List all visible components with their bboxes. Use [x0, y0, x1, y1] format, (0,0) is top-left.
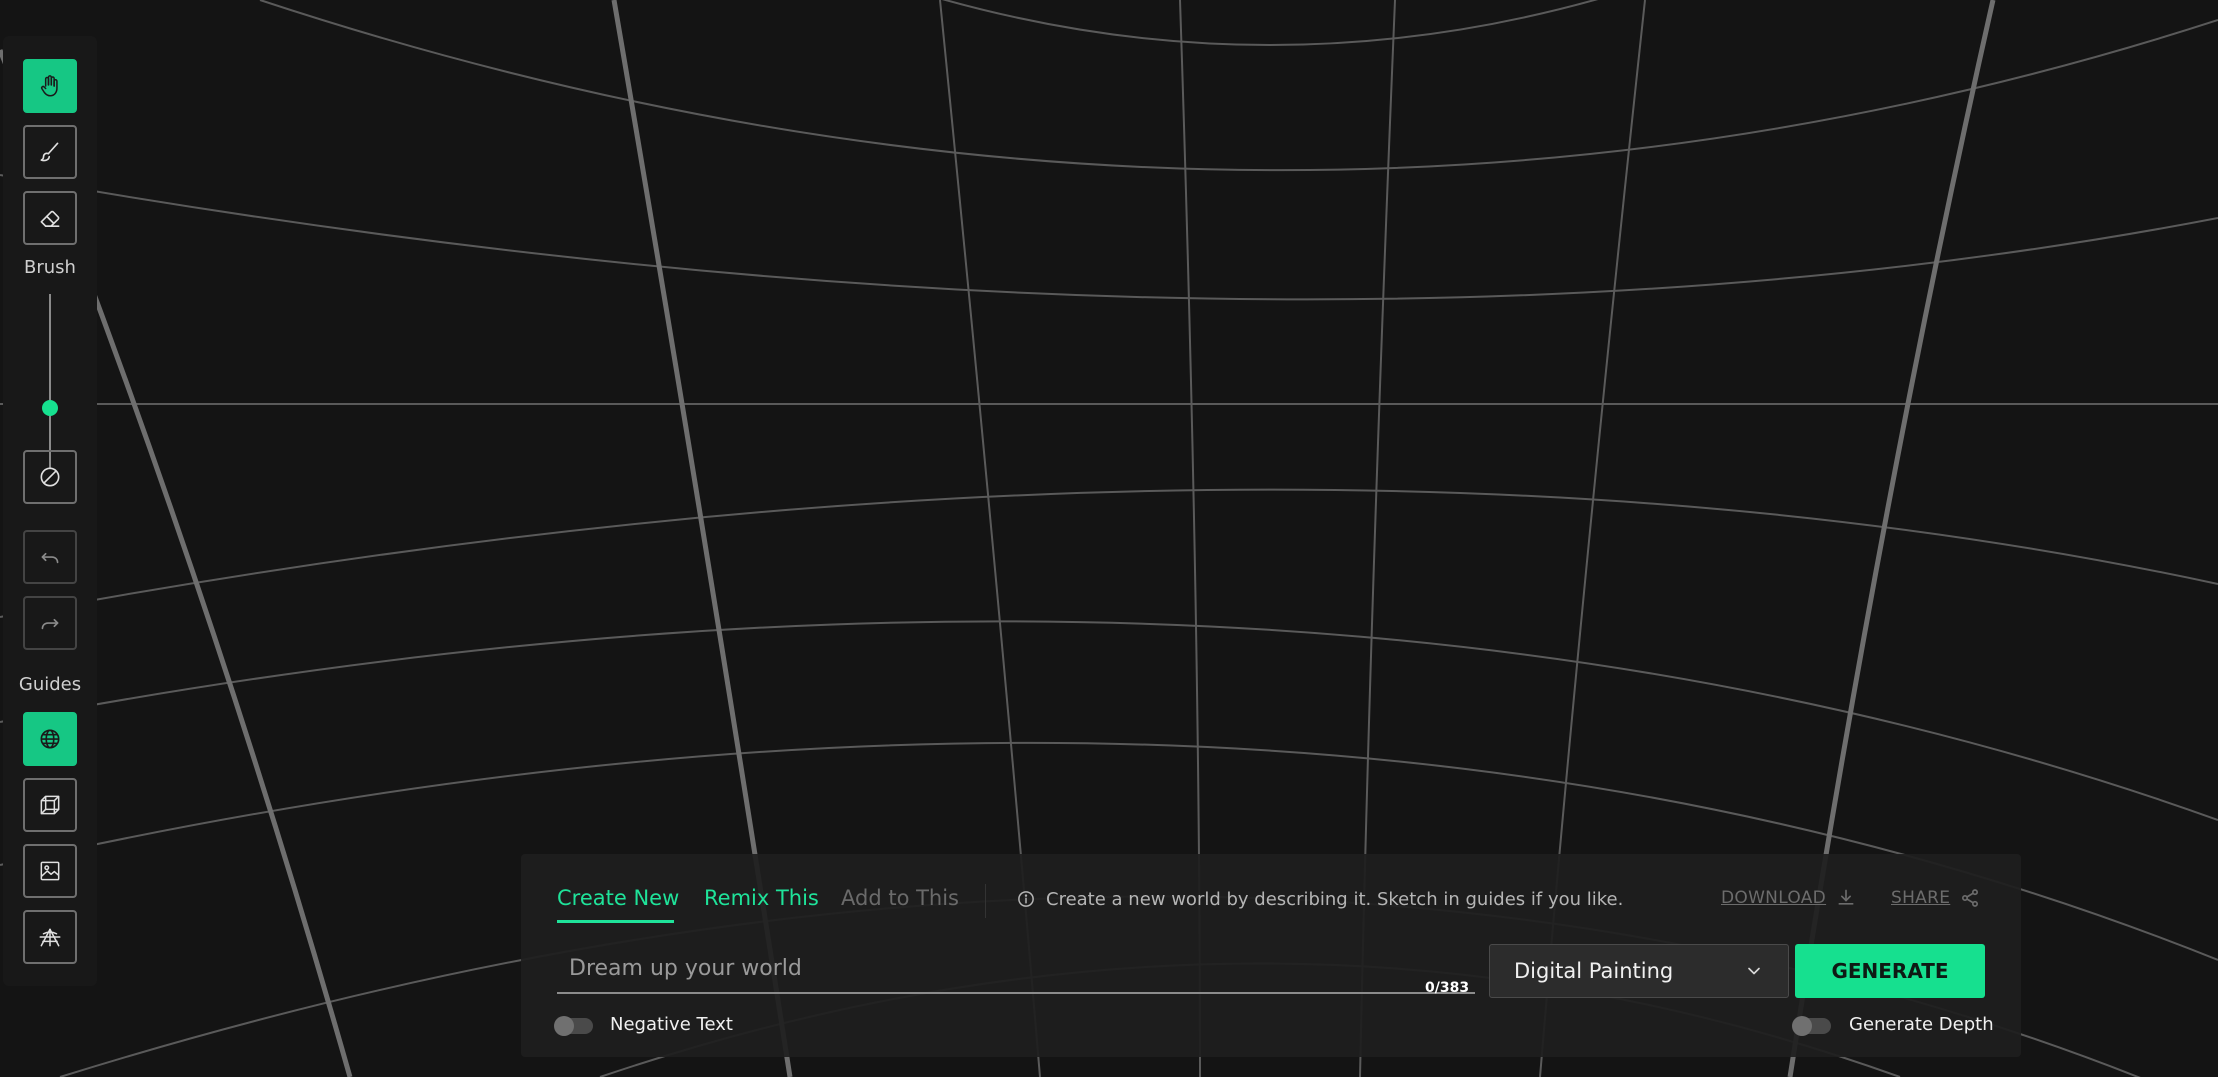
undo-icon — [41, 552, 59, 564]
negative-text-label: Negative Text — [610, 1014, 733, 1035]
skybox-canvas[interactable]: Brush Guides Create New Remix This Add t… — [0, 0, 2218, 1077]
eraser-tool-button[interactable] — [23, 191, 77, 245]
tab-create-new[interactable]: Create New — [557, 886, 679, 910]
tab-add-to-this[interactable]: Add to This — [841, 886, 959, 910]
cube-icon — [40, 795, 60, 815]
share-icon — [1962, 889, 1979, 907]
image-icon — [40, 861, 60, 881]
undo-button[interactable] — [23, 530, 77, 584]
download-button[interactable]: DOWNLOAD — [1721, 888, 1856, 908]
perspective-grid-icon — [39, 928, 61, 947]
redo-icon — [41, 618, 59, 630]
download-icon — [1838, 889, 1854, 905]
share-label: SHARE — [1891, 888, 1951, 908]
brush-size-slider-track[interactable] — [49, 294, 51, 468]
download-label: DOWNLOAD — [1721, 888, 1827, 908]
guides-label: Guides — [18, 674, 82, 695]
brush-icon — [40, 142, 59, 162]
box-guide-button[interactable] — [23, 778, 77, 832]
generate-button[interactable]: GENERATE — [1795, 944, 1985, 998]
chevron-down-icon — [1748, 967, 1760, 975]
toggle-knob — [1792, 1016, 1812, 1036]
prompt-panel: Create New Remix This Add to This Create… — [521, 854, 2021, 1057]
info-icon — [1018, 891, 1034, 907]
tab-remix-this[interactable]: Remix This — [704, 886, 819, 910]
redo-button[interactable] — [23, 596, 77, 650]
toggle-knob — [554, 1016, 574, 1036]
pan-tool-button[interactable] — [23, 59, 77, 113]
left-toolbar: Brush Guides — [3, 36, 97, 986]
brush-label: Brush — [24, 257, 76, 278]
share-button[interactable]: SHARE — [1891, 888, 1980, 908]
eraser-icon — [40, 210, 60, 227]
image-guide-button[interactable] — [23, 844, 77, 898]
generate-depth-toggle[interactable] — [1792, 1016, 1831, 1036]
sphere-guide-button[interactable] — [23, 712, 77, 766]
info-message: Create a new world by describing it. Ske… — [1046, 889, 1624, 910]
perspective-guide-button[interactable] — [23, 910, 77, 964]
generate-depth-label: Generate Depth — [1849, 1014, 1994, 1035]
hand-icon — [40, 75, 58, 97]
negative-text-toggle[interactable] — [554, 1016, 593, 1036]
tab-divider — [985, 884, 986, 918]
prompt-input[interactable] — [557, 944, 1475, 994]
brush-tool-button[interactable] — [23, 125, 77, 179]
clear-circle-icon — [40, 467, 60, 487]
clear-button[interactable] — [23, 450, 77, 504]
brush-size-slider-thumb[interactable] — [42, 399, 58, 416]
style-dropdown[interactable]: Digital Painting — [1489, 944, 1789, 998]
character-count: 0/383 — [1425, 980, 1470, 996]
active-tab-underline — [557, 920, 674, 923]
style-dropdown-value: Digital Painting — [1514, 959, 1674, 983]
globe-icon — [40, 729, 60, 749]
